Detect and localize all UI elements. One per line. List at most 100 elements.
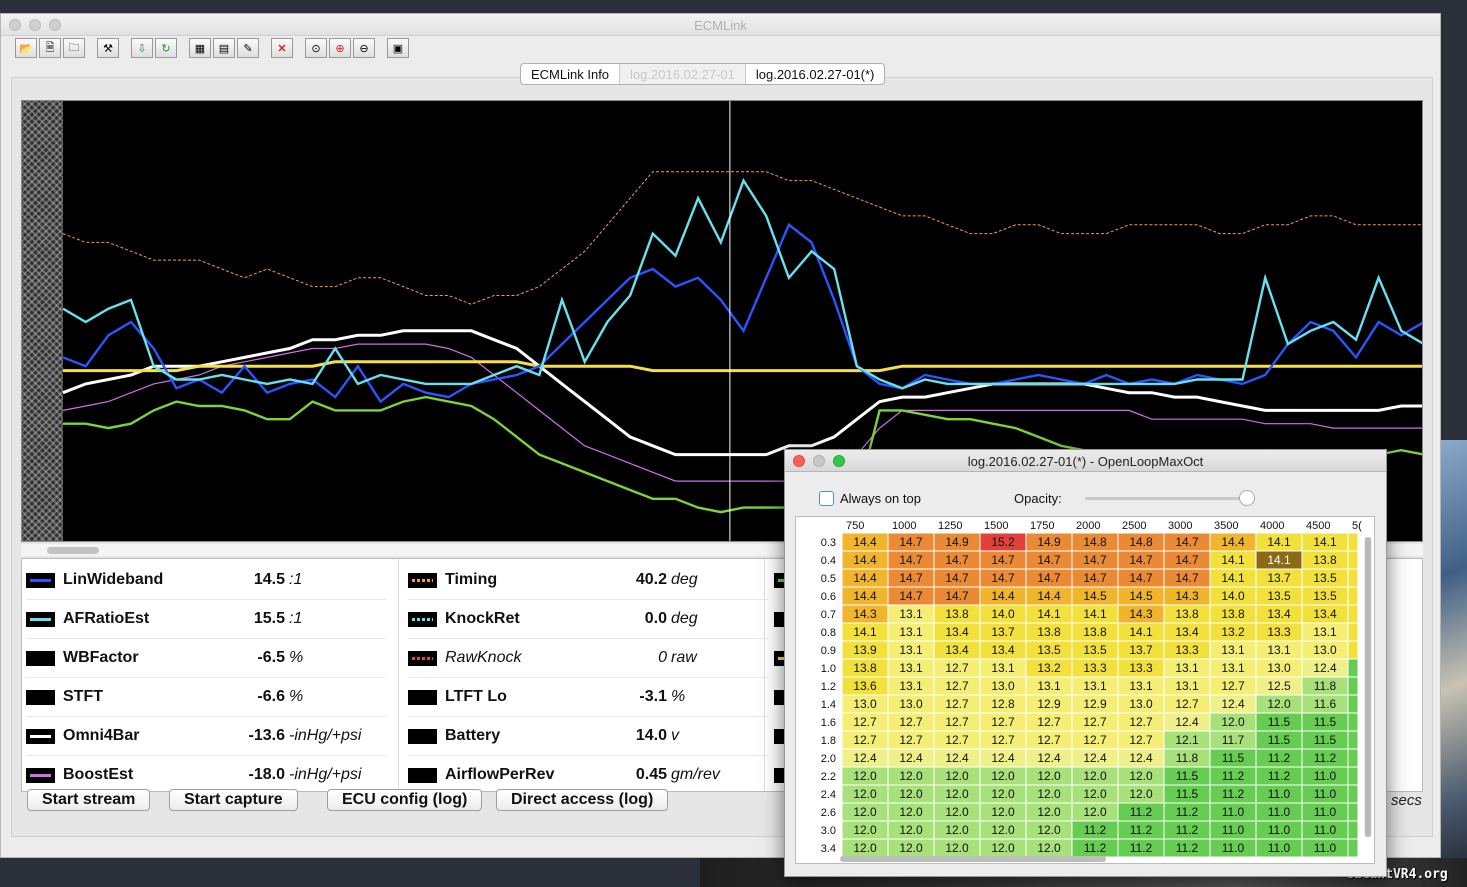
sensor-row[interactable]: WBFactor -6.5% <box>26 639 386 678</box>
opacity-slider[interactable] <box>1085 497 1245 500</box>
table-cell-value: 13.1 <box>899 679 923 693</box>
table-cell-value: 14.4 <box>991 589 1015 603</box>
sensor-row[interactable]: LinWideband 14.5:1 <box>26 561 386 600</box>
opacity-slider-knob[interactable] <box>1239 490 1255 506</box>
table-cell-value: 12.0 <box>945 841 969 855</box>
start-capture-button[interactable]: Start capture <box>169 789 298 811</box>
table-cell-partial[interactable] <box>1347 622 1359 642</box>
table-cell-partial[interactable] <box>1347 550 1359 570</box>
series-color-swatch[interactable] <box>408 611 437 627</box>
zoom-out-icon[interactable]: ⊖ <box>353 38 375 58</box>
table-cell-value: 12.7 <box>853 715 877 729</box>
series-color-swatch[interactable] <box>408 689 437 705</box>
open-icon[interactable]: 📂 <box>15 38 37 58</box>
table-cell-value: 11.2 <box>1130 841 1153 855</box>
table-cell-value: 13.8 <box>1037 625 1061 639</box>
table-cell-partial[interactable] <box>1347 730 1359 750</box>
table-cell-partial[interactable] <box>1347 676 1359 696</box>
table-cell-value: 14.1 <box>1221 553 1245 567</box>
sensor-row[interactable]: AFRatioEst 15.5:1 <box>26 600 386 639</box>
table-cell-value: 13.1 <box>1129 679 1153 693</box>
table-cell-partial[interactable] <box>1347 532 1359 552</box>
sensor-name: Battery <box>445 727 501 744</box>
tab-log-modified[interactable]: log.2016.02.27-01(*) <box>746 64 885 84</box>
table-cell-partial[interactable] <box>1347 640 1359 660</box>
sensor-value: -6.5 <box>257 649 285 666</box>
table-cell-partial[interactable] <box>1347 748 1359 768</box>
zoom-fit-icon[interactable]: ⊙ <box>305 38 327 58</box>
wrench-icon[interactable]: ⚒ <box>97 38 119 58</box>
table-cell-partial[interactable] <box>1347 820 1359 840</box>
column-header: 1000 <box>892 520 916 532</box>
table-cell-partial[interactable] <box>1347 694 1359 714</box>
tune-icon[interactable]: ✎ <box>237 38 259 58</box>
export-icon[interactable]: ▣ <box>387 38 409 58</box>
tab-log-original[interactable]: log.2016.02.27-01 <box>620 64 746 84</box>
direct-access-button[interactable]: Direct access (log) <box>496 789 669 811</box>
series-color-swatch[interactable] <box>26 611 55 627</box>
close-x-icon[interactable]: ✕ <box>271 38 293 58</box>
always-on-top-checkbox[interactable] <box>819 491 834 506</box>
table-cell-value: 13.7 <box>991 625 1015 639</box>
series-color-swatch[interactable] <box>26 650 55 666</box>
table-cell-partial[interactable] <box>1347 766 1359 786</box>
table-cell-value: 13.0 <box>1129 697 1153 711</box>
sensor-row[interactable]: STFT -6.6% <box>26 678 386 717</box>
sensor-value: -13.6 <box>248 727 285 744</box>
table-cell-value: 12.0 <box>1037 805 1061 819</box>
sensor-row[interactable]: Omni4Bar -13.6 -inHg/+psi <box>26 717 386 756</box>
series-color-swatch[interactable] <box>408 767 437 783</box>
table-vertical-scrollbar[interactable] <box>1364 537 1372 837</box>
sensor-row[interactable]: Timing 40.2 deg <box>408 561 768 600</box>
table-icon[interactable]: ▤ <box>213 38 235 58</box>
series-color-swatch[interactable] <box>26 767 55 783</box>
sensor-row[interactable]: LTFT Lo -3.1% <box>408 678 768 717</box>
map-icon[interactable]: ▦ <box>189 38 211 58</box>
series-color-swatch[interactable] <box>408 728 437 744</box>
start-stream-button[interactable]: Start stream <box>27 789 151 811</box>
table-cell-partial[interactable] <box>1347 586 1359 606</box>
table-cell-partial[interactable] <box>1347 712 1359 732</box>
table-cell-value: 12.0 <box>1083 769 1107 783</box>
sensor-row[interactable]: KnockRet 0.0 deg <box>408 600 768 639</box>
table-cell-value: 14.7 <box>945 553 969 567</box>
table-horizontal-scroll-thumb[interactable] <box>840 856 1106 862</box>
table-cell-value: 13.6 <box>853 679 877 693</box>
sensor-value: 40.2 <box>635 571 667 588</box>
sensor-row[interactable]: Battery 14.0 v <box>408 717 768 756</box>
table-cell-value: 12.4 <box>1175 715 1199 729</box>
series-color-swatch[interactable] <box>408 572 437 588</box>
sensor-row[interactable]: RawKnock 0 raw <box>408 639 768 678</box>
table-cell-value: 12.4 <box>1221 697 1245 711</box>
table-cell-partial[interactable] <box>1347 604 1359 624</box>
table-cell-value: 12.0 <box>1037 841 1061 855</box>
series-color-swatch[interactable] <box>26 572 55 588</box>
table-vscroll-thumb[interactable] <box>1365 537 1371 837</box>
chart-scroll-thumb[interactable] <box>47 547 99 554</box>
series-color-swatch[interactable] <box>26 728 55 744</box>
save-icon[interactable]: 🗎 <box>39 38 61 58</box>
table-cell-value: 12.0 <box>1083 805 1107 819</box>
import-icon[interactable]: ⇩ <box>131 38 153 58</box>
ecu-config-button[interactable]: ECU config (log) <box>327 789 483 811</box>
table-cell-value: 11.2 <box>1176 805 1199 819</box>
table-cell-value: 13.1 <box>899 625 923 639</box>
column-header: 4500 <box>1306 520 1330 532</box>
tab-ecmlink-info[interactable]: ECMLink Info <box>521 64 621 84</box>
table-cell-partial[interactable] <box>1347 568 1359 588</box>
save-all-icon[interactable]: 🗀 <box>63 38 85 58</box>
table-cell-partial[interactable] <box>1347 784 1359 804</box>
zoom-in-icon[interactable]: ⊕ <box>329 38 351 58</box>
table-cell-value: 14.3 <box>853 607 877 621</box>
table-cell-value: 13.7 <box>1129 643 1153 657</box>
table-cell-partial[interactable] <box>1347 658 1359 678</box>
table-cell-partial[interactable] <box>1347 802 1359 822</box>
series-color-swatch[interactable] <box>408 650 437 666</box>
table-cell-partial[interactable] <box>1347 838 1359 858</box>
table-cell-value: 14.7 <box>1129 571 1153 585</box>
sensor-unit: deg <box>671 571 698 588</box>
table-cell-value: 12.8 <box>991 697 1015 711</box>
refresh-icon[interactable]: ↻ <box>155 38 177 58</box>
series-color-swatch[interactable] <box>26 689 55 705</box>
series-unlabeled <box>63 360 1422 373</box>
